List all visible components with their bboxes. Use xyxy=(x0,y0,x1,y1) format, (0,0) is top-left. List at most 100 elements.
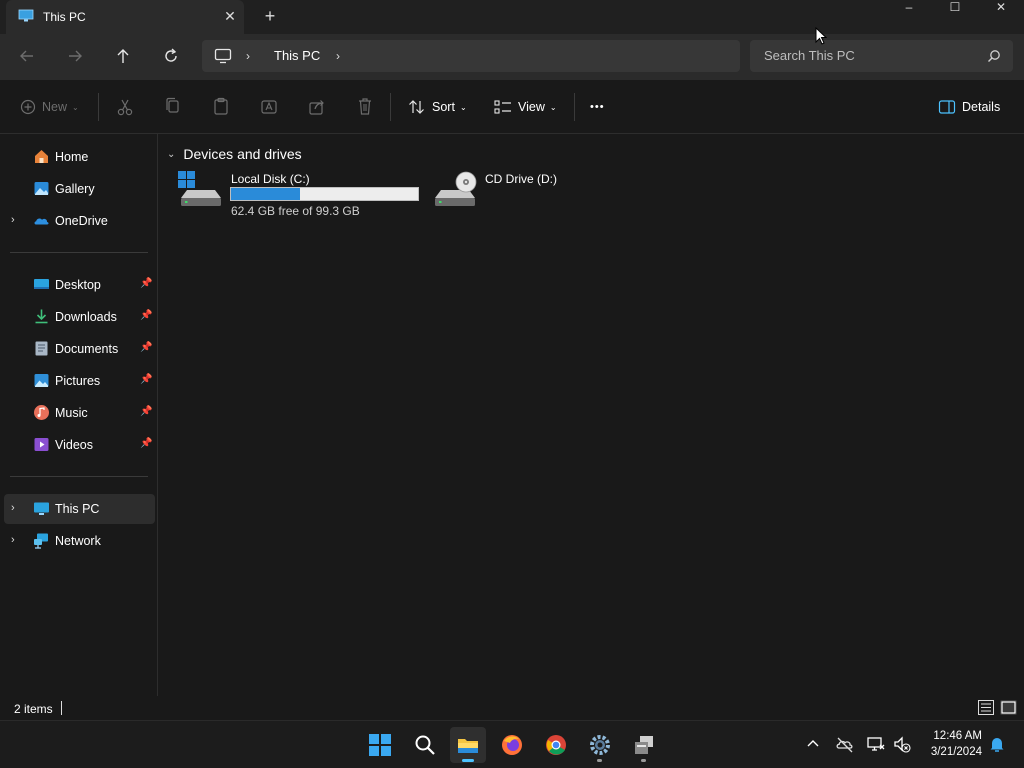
sidebar-item-onedrive[interactable]: › OneDrive xyxy=(4,206,155,236)
back-arrow-icon[interactable] xyxy=(13,44,41,68)
sidebar-item-label: This PC xyxy=(55,502,100,516)
sidebar-item-label: Documents xyxy=(55,342,119,356)
pin-icon[interactable]: 📌 xyxy=(140,406,152,417)
start-button[interactable] xyxy=(362,727,398,763)
up-arrow-icon[interactable] xyxy=(109,44,137,68)
sidebar-item-music[interactable]: Music 📌 xyxy=(4,398,155,428)
share-icon[interactable] xyxy=(308,94,326,120)
taskbar-app[interactable] xyxy=(626,727,662,763)
sidebar-item-pictures[interactable]: Pictures 📌 xyxy=(4,366,155,396)
network-disconnected-icon[interactable] xyxy=(866,734,886,754)
pin-icon[interactable]: 📌 xyxy=(140,278,152,289)
more-options-button[interactable]: ••• xyxy=(590,94,605,120)
tab-close-button[interactable]: ✕ xyxy=(218,5,242,27)
mouse-pointer-icon xyxy=(815,27,827,45)
notification-bell-icon[interactable] xyxy=(987,734,1007,754)
active-indicator xyxy=(462,759,474,762)
pin-icon[interactable]: 📌 xyxy=(140,310,152,321)
new-tab-button[interactable]: + xyxy=(258,5,282,27)
forward-arrow-icon[interactable] xyxy=(61,44,89,68)
command-bar: New ⌄ Sort ⌄ View ⌄ ••• Details xyxy=(0,80,1024,134)
taskbar-search-button[interactable] xyxy=(407,727,443,763)
breadcrumb-this-pc[interactable]: This PC xyxy=(274,48,320,63)
sidebar-item-home[interactable]: Home xyxy=(4,142,155,172)
details-label: Details xyxy=(962,100,1001,114)
sidebar-item-label: Gallery xyxy=(55,182,95,196)
pin-icon[interactable]: 📌 xyxy=(140,374,152,385)
new-label: New xyxy=(42,100,68,114)
new-button[interactable]: New ⌄ xyxy=(20,94,79,120)
taskbar-firefox[interactable] xyxy=(494,727,530,763)
minimize-button[interactable]: – xyxy=(886,0,932,18)
home-icon xyxy=(35,150,48,163)
chrome-icon xyxy=(546,735,566,755)
details-pane-icon xyxy=(938,100,956,114)
rename-icon[interactable] xyxy=(260,94,278,120)
this-pc-icon xyxy=(18,9,34,22)
details-view-icon[interactable] xyxy=(978,700,994,715)
sidebar-item-label: OneDrive xyxy=(55,214,108,228)
refresh-icon[interactable] xyxy=(157,44,185,68)
drive-free-space: 62.4 GB free of 99.3 GB xyxy=(231,204,360,218)
close-window-button[interactable]: ✕ xyxy=(978,0,1024,18)
this-pc-icon xyxy=(34,502,49,515)
search-icon xyxy=(415,735,435,755)
sidebar-item-gallery[interactable]: Gallery xyxy=(4,174,155,204)
paste-icon[interactable] xyxy=(212,94,230,120)
taskbar-file-explorer[interactable] xyxy=(450,727,486,763)
chevron-down-icon[interactable]: ⌄ xyxy=(167,149,175,160)
pin-icon[interactable]: 📌 xyxy=(140,438,152,449)
onedrive-offline-icon[interactable] xyxy=(835,734,855,754)
sidebar-item-downloads[interactable]: Downloads 📌 xyxy=(4,302,155,332)
sort-button[interactable]: Sort ⌄ xyxy=(408,94,467,120)
windows-start-icon xyxy=(369,734,391,756)
volume-muted-icon[interactable] xyxy=(892,734,912,754)
drive-item-d[interactable]: CD Drive (D:) xyxy=(431,170,591,220)
expand-chevron-icon[interactable]: › xyxy=(11,214,15,226)
sidebar-item-label: Music xyxy=(55,406,88,420)
monitor-icon xyxy=(214,48,232,64)
view-button[interactable]: View ⌄ xyxy=(494,94,557,120)
music-icon xyxy=(34,405,49,420)
expand-chevron-icon[interactable]: › xyxy=(11,502,15,514)
hard-drive-icon xyxy=(178,171,221,206)
sidebar-item-network[interactable]: › Network xyxy=(4,526,155,556)
drive-item-c[interactable]: Local Disk (C:) 62.4 GB free of 99.3 GB xyxy=(177,170,422,220)
show-hidden-icons-icon[interactable] xyxy=(803,734,823,754)
search-input[interactable]: Search This PC xyxy=(750,40,1013,72)
clock-date[interactable]: 3/21/2024 xyxy=(920,746,982,758)
sidebar-item-videos[interactable]: Videos 📌 xyxy=(4,430,155,460)
address-bar[interactable]: › This PC › xyxy=(202,40,740,72)
network-icon xyxy=(34,533,48,549)
copy-icon[interactable] xyxy=(164,94,182,120)
tiles-view-icon[interactable] xyxy=(1000,700,1017,715)
status-bar: 2 items xyxy=(0,696,1024,720)
sidebar-item-label: Pictures xyxy=(55,374,101,388)
sidebar-item-label: Network xyxy=(55,534,101,548)
chevron-down-icon: ⌄ xyxy=(459,102,467,112)
sidebar-item-desktop[interactable]: Desktop 📌 xyxy=(4,270,155,300)
pin-icon[interactable]: 📌 xyxy=(140,342,152,353)
details-pane-button[interactable]: Details xyxy=(938,94,1000,120)
chevron-right-icon[interactable]: › xyxy=(336,49,340,63)
sidebar-divider xyxy=(10,252,148,253)
tab-this-pc[interactable]: This PC ✕ xyxy=(6,0,244,34)
chevron-right-icon[interactable]: › xyxy=(246,49,250,63)
clock-time[interactable]: 12:46 AM xyxy=(926,730,982,742)
sidebar-item-this-pc[interactable]: › This PC xyxy=(4,494,155,524)
divider xyxy=(98,93,99,121)
search-placeholder: Search This PC xyxy=(764,48,855,63)
search-icon xyxy=(988,50,1000,62)
maximize-button[interactable]: ☐ xyxy=(932,0,978,18)
file-explorer-icon xyxy=(458,739,478,753)
group-header-devices[interactable]: ⌄ Devices and drives xyxy=(167,146,302,162)
taskbar-settings[interactable] xyxy=(582,727,618,763)
sidebar-item-label: Downloads xyxy=(55,310,117,324)
expand-chevron-icon[interactable]: › xyxy=(11,534,15,546)
delete-icon[interactable] xyxy=(356,94,374,120)
more-icon: ••• xyxy=(590,101,605,113)
cut-icon[interactable] xyxy=(116,94,134,120)
sort-icon xyxy=(409,100,424,114)
sidebar-item-documents[interactable]: Documents 📌 xyxy=(4,334,155,364)
taskbar-chrome[interactable] xyxy=(538,727,574,763)
